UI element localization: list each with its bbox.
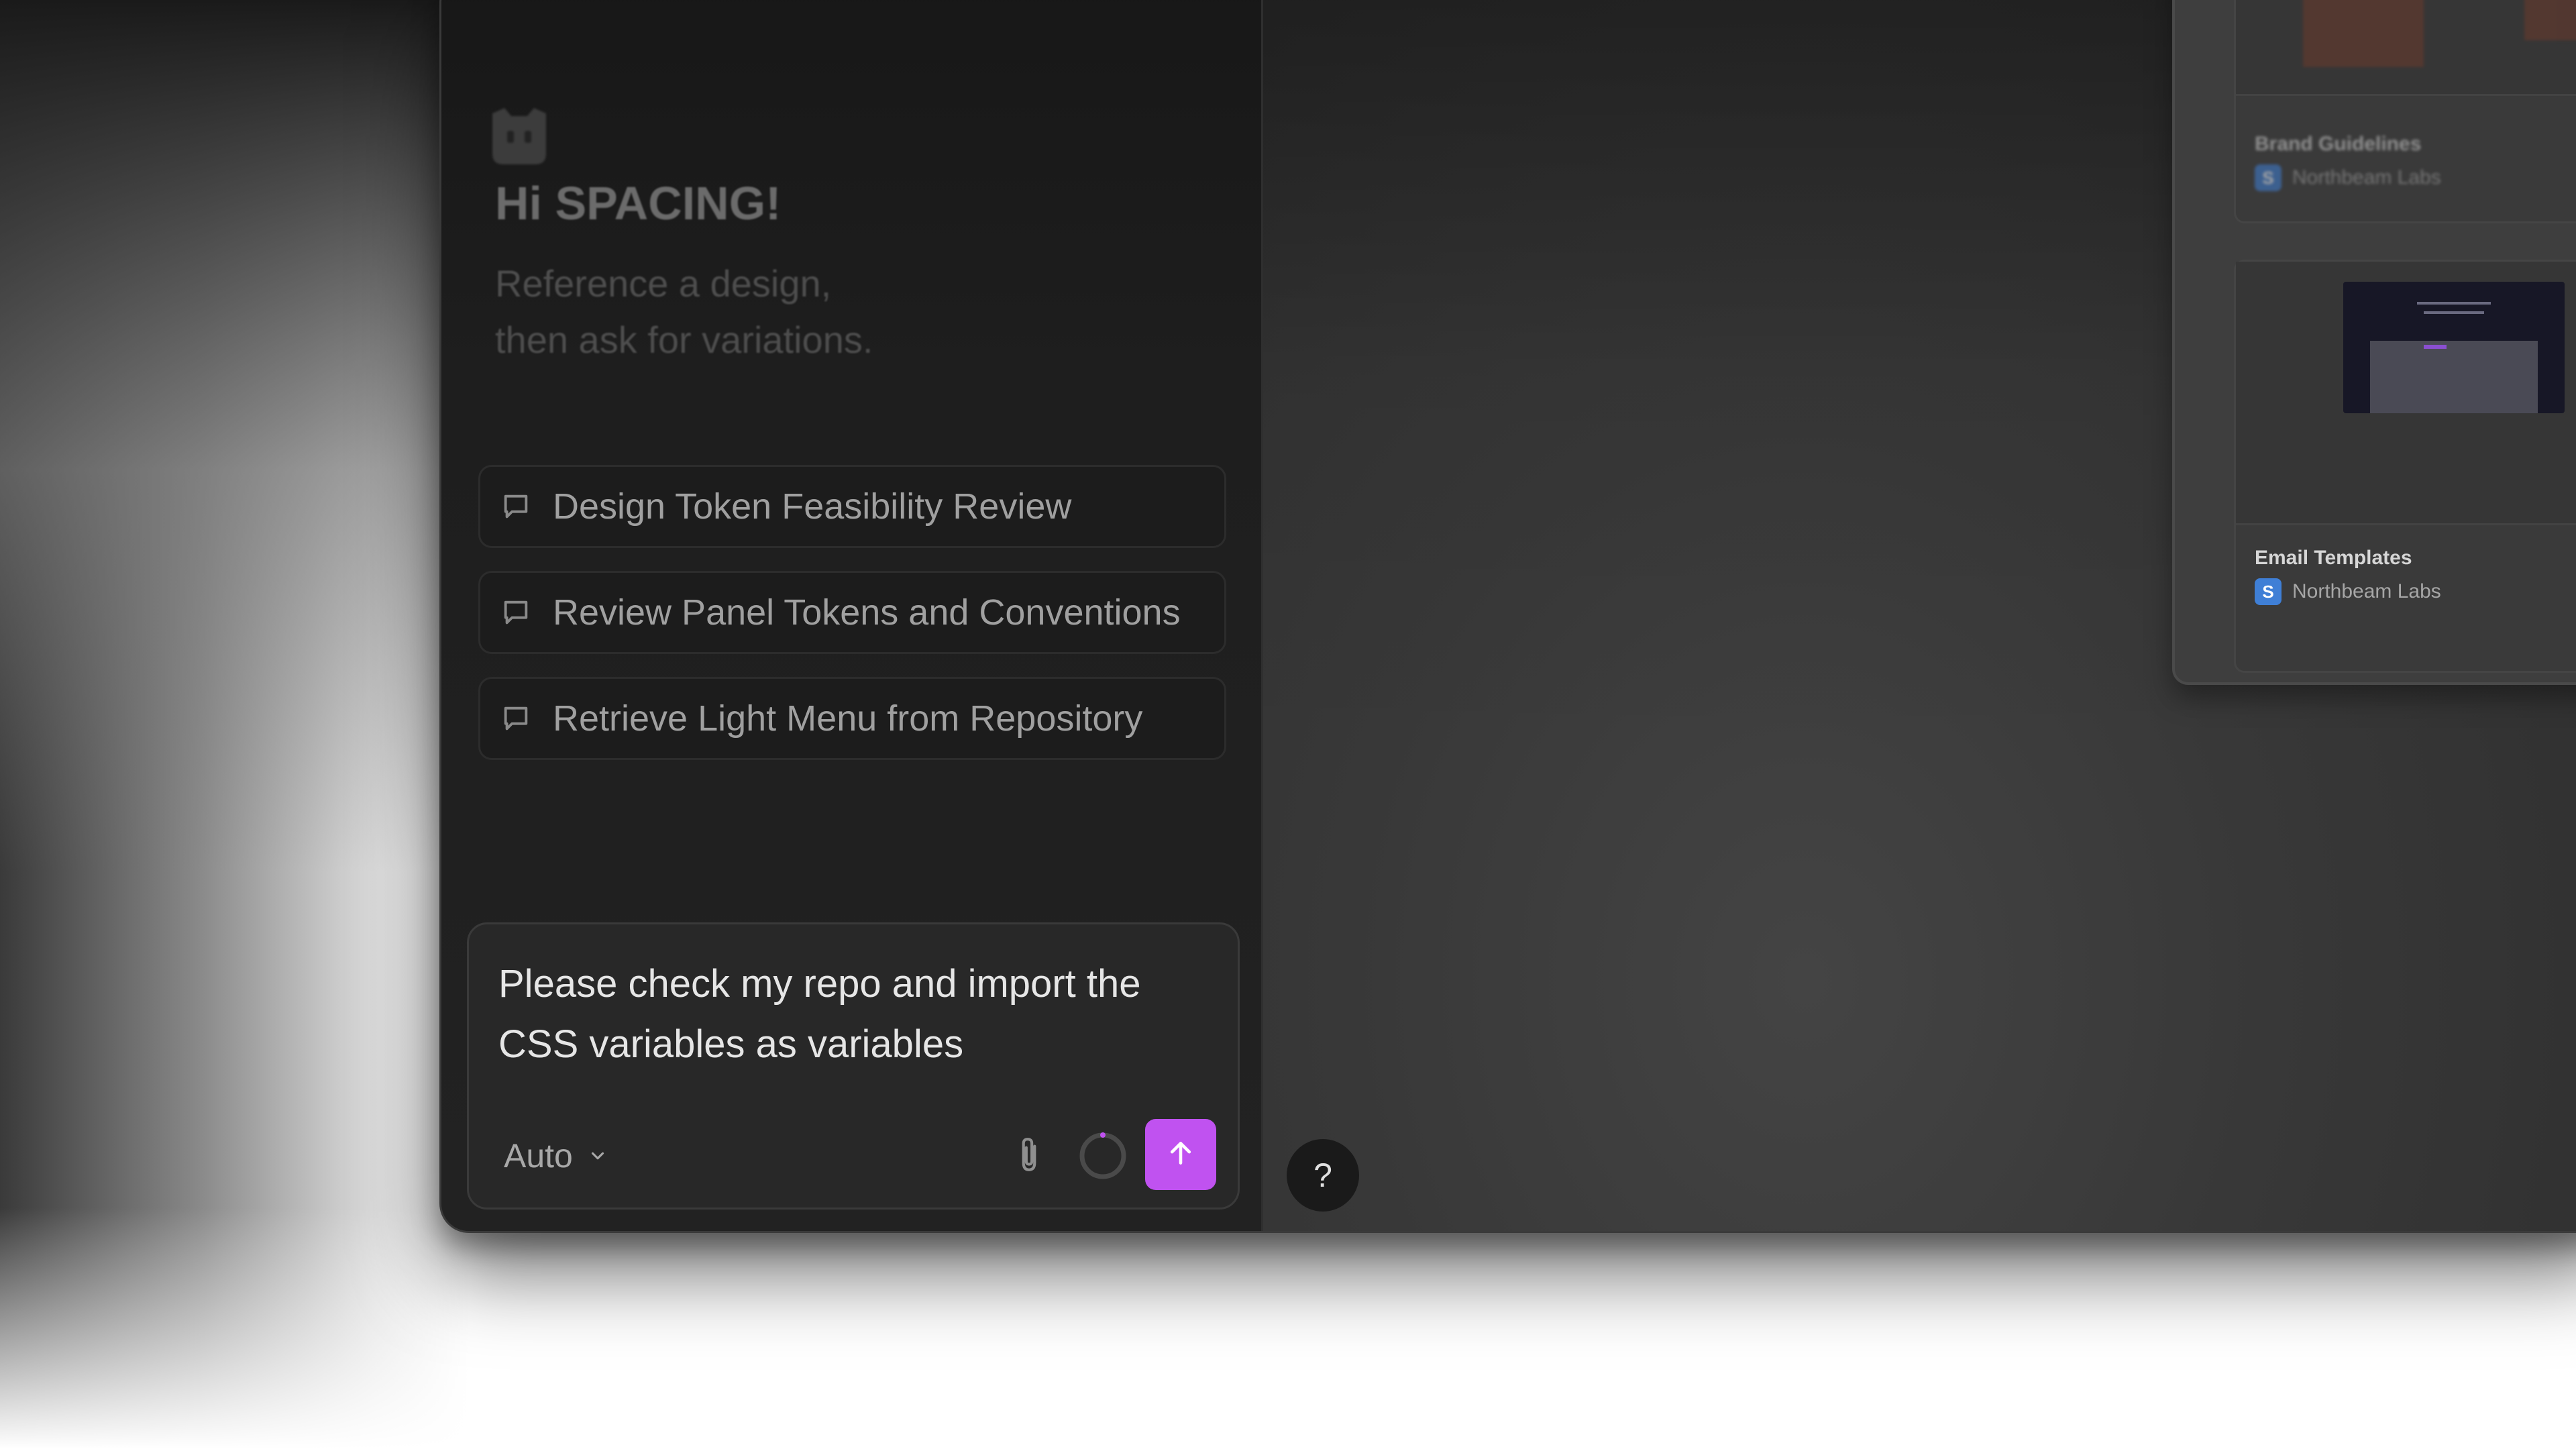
history-item[interactable]: Design Token Feasibility Review (478, 465, 1226, 548)
conversation-history: Design Token Feasibility Review Review P… (478, 465, 1226, 783)
file-card[interactable]: Brand Guidelines S Northbeam Labs (2234, 0, 2576, 223)
chat-bubble-icon (499, 490, 533, 523)
thumbnail-accent (2424, 345, 2447, 349)
file-thumbnail (2236, 262, 2576, 525)
chat-sidebar: Hi SPACING! Reference a design, then ask… (441, 0, 1263, 1231)
thumbnail-preview (2343, 282, 2565, 413)
history-item-label: Design Token Feasibility Review (553, 486, 1072, 527)
file-name: Email Templates (2255, 547, 2412, 569)
thumbnail-swatch (2303, 0, 2424, 67)
message-composer: Please check my repo and import the CSS … (467, 922, 1240, 1210)
chevron-down-icon (588, 1145, 609, 1167)
thumbnail-block (2370, 341, 2538, 413)
file-owner: S Northbeam Labs (2255, 164, 2441, 191)
attach-button[interactable] (1006, 1132, 1053, 1179)
history-item-label: Retrieve Light Menu from Repository (553, 698, 1143, 739)
paperclip-icon (1012, 1135, 1046, 1177)
arrow-up-icon (1166, 1138, 1195, 1171)
file-owner-label: Northbeam Labs (2292, 580, 2441, 602)
file-thumbnail (2236, 0, 2576, 96)
file-card[interactable]: Email Templates S Northbeam Labs (2234, 260, 2576, 673)
history-item[interactable]: Retrieve Light Menu from Repository (478, 677, 1226, 760)
help-button[interactable]: ? (1287, 1139, 1359, 1212)
thumbnail-swatch (2524, 0, 2576, 40)
chat-bubble-icon (499, 702, 533, 735)
team-badge-icon: S (2255, 164, 2282, 191)
model-select[interactable]: Auto (504, 1129, 609, 1183)
message-input[interactable]: Please check my repo and import the CSS … (498, 954, 1210, 1075)
thumbnail-line (2417, 302, 2491, 305)
file-owner: S Northbeam Labs (2255, 578, 2441, 605)
model-select-label: Auto (504, 1137, 573, 1175)
app-logo-icon (488, 107, 550, 166)
progress-ring-icon (1077, 1130, 1129, 1182)
history-item[interactable]: Review Panel Tokens and Conventions (478, 571, 1226, 654)
team-badge-icon: S (2255, 578, 2282, 605)
files-panel: Brand Guidelines S Northbeam Labs Email … (2172, 0, 2576, 685)
history-item-label: Review Panel Tokens and Conventions (553, 592, 1181, 633)
file-name: Brand Guidelines (2255, 133, 2422, 155)
thumbnail-line (2424, 311, 2484, 314)
app-window: Hi SPACING! Reference a design, then ask… (439, 0, 2576, 1233)
send-button[interactable] (1145, 1119, 1216, 1190)
file-owner-label: Northbeam Labs (2292, 166, 2441, 189)
greeting-title: Hi SPACING! (495, 177, 782, 229)
chat-bubble-icon (499, 596, 533, 629)
greeting-subtitle: Reference a design, then ask for variati… (495, 262, 873, 361)
